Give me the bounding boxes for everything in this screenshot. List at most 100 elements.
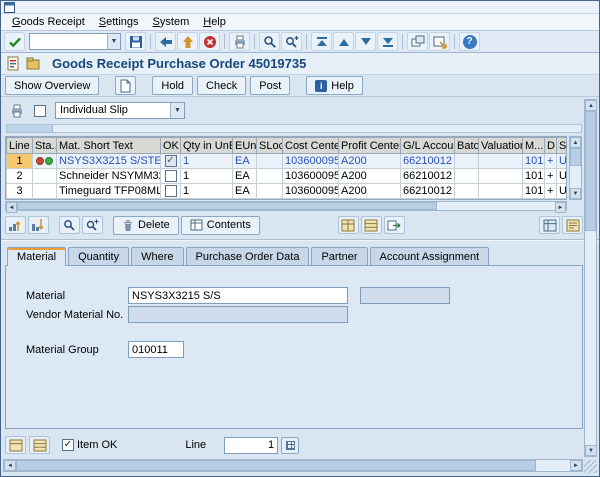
scroll-left-icon[interactable]: ◄ xyxy=(6,202,17,213)
movement-cell[interactable]: 101 xyxy=(522,168,545,184)
command-input[interactable] xyxy=(30,34,107,49)
qty-cell[interactable]: 1 xyxy=(180,183,233,199)
cancel-icon[interactable] xyxy=(199,32,220,51)
find-icon[interactable] xyxy=(59,216,80,234)
status-cell[interactable] xyxy=(32,183,57,199)
status-cell[interactable] xyxy=(32,153,57,169)
help-button[interactable]: i Help xyxy=(306,76,363,95)
display-document-button[interactable] xyxy=(115,76,137,95)
scrollbar-groove[interactable] xyxy=(570,166,581,188)
qty-cell[interactable]: 1 xyxy=(180,168,233,184)
col-line[interactable]: Line xyxy=(6,137,33,154)
debit-cell[interactable]: + xyxy=(544,168,557,184)
first-page-icon[interactable] xyxy=(311,32,332,51)
menu-help[interactable]: Help xyxy=(196,15,233,29)
col-batch[interactable]: Batch xyxy=(454,137,479,154)
material-group-input[interactable] xyxy=(128,341,184,358)
slip-checkbox[interactable] xyxy=(34,104,46,117)
scrollbar-groove[interactable] xyxy=(536,460,570,471)
col-ok[interactable]: OK xyxy=(160,137,181,154)
tab-quantity[interactable]: Quantity xyxy=(68,247,130,265)
col-gl-account[interactable]: G/L Account xyxy=(400,137,455,154)
goods-receipt-icon[interactable] xyxy=(25,56,41,71)
profit-center-cell[interactable]: A200 xyxy=(338,168,401,184)
gl-account-cell[interactable]: 66210012 xyxy=(400,168,455,184)
scroll-down-icon[interactable]: ▼ xyxy=(570,188,581,199)
window-icon[interactable] xyxy=(4,1,15,13)
scrollbar-groove[interactable] xyxy=(437,202,555,210)
back-icon[interactable] xyxy=(155,32,176,51)
valuation-cell[interactable] xyxy=(478,183,523,199)
mat-cell[interactable]: Schneider NSYMM32 xyxy=(56,168,161,184)
batch-cell[interactable] xyxy=(454,183,479,199)
save-icon[interactable] xyxy=(125,32,146,51)
sort-descending-icon[interactable] xyxy=(28,216,49,234)
line-cell[interactable]: 1 xyxy=(6,153,33,169)
layout-grid-icon[interactable] xyxy=(337,216,359,234)
printer-icon[interactable] xyxy=(9,103,25,119)
choose-layout-icon[interactable] xyxy=(360,216,382,234)
tab-material[interactable]: Material xyxy=(7,247,67,266)
find-next-icon[interactable] xyxy=(82,216,103,234)
batch-cell[interactable] xyxy=(454,153,479,169)
batch-cell[interactable] xyxy=(454,168,479,184)
create-shortcut-icon[interactable] xyxy=(429,32,450,51)
sloc-cell[interactable] xyxy=(256,153,283,169)
col-movement[interactable]: M... xyxy=(522,137,545,154)
ok-cell[interactable] xyxy=(160,183,181,199)
scroll-left-icon[interactable]: ◄ xyxy=(4,460,16,471)
ok-checkbox[interactable]: ✓ xyxy=(164,155,177,168)
page-down-icon[interactable] xyxy=(355,32,376,51)
mat-cell[interactable]: NSYS3X3215 S/STEEL xyxy=(56,153,161,169)
tab-partner[interactable]: Partner xyxy=(311,247,368,265)
delete-button[interactable]: Delete xyxy=(113,215,179,235)
material-input[interactable] xyxy=(128,287,348,304)
main-horizontal-scrollbar[interactable]: ◄ ► xyxy=(3,459,583,472)
cost-center-cell[interactable]: 103600095 xyxy=(282,168,339,184)
scroll-right-icon[interactable]: ► xyxy=(570,460,582,471)
sloc-cell[interactable] xyxy=(256,168,283,184)
exit-icon[interactable] xyxy=(177,32,198,51)
profit-center-cell[interactable]: A200 xyxy=(338,153,401,169)
scrollbar-thumb[interactable] xyxy=(585,111,596,231)
stock-cell[interactable]: U xyxy=(556,153,566,169)
grid-horizontal-scrollbar[interactable]: ◄ ► xyxy=(5,201,567,213)
resize-grip[interactable] xyxy=(584,460,597,473)
scrollbar-groove[interactable] xyxy=(585,231,596,445)
main-vertical-scrollbar[interactable]: ▲ ▼ xyxy=(584,99,597,457)
tab-purchase-order-data[interactable]: Purchase Order Data xyxy=(185,247,310,265)
contents-button[interactable]: Contents xyxy=(180,215,260,235)
sloc-cell[interactable] xyxy=(256,183,283,199)
new-session-icon[interactable] xyxy=(407,32,428,51)
check-button[interactable]: Check xyxy=(197,76,247,95)
ok-cell[interactable]: ✓ xyxy=(160,153,181,169)
details-icon[interactable] xyxy=(562,216,583,234)
sort-ascending-icon[interactable] xyxy=(5,216,26,234)
line-input[interactable] xyxy=(224,436,279,454)
last-page-icon[interactable] xyxy=(377,32,398,51)
scroll-down-icon[interactable]: ▼ xyxy=(585,445,597,456)
slip-select[interactable]: Individual Slip ▼ xyxy=(55,102,185,119)
valuation-cell[interactable] xyxy=(478,153,523,169)
find-next-icon[interactable] xyxy=(281,32,302,51)
col-status[interactable]: Sta... xyxy=(32,137,57,154)
status-cell[interactable] xyxy=(32,168,57,184)
cost-center-cell[interactable]: 103600095 xyxy=(282,153,339,169)
col-cost-center[interactable]: Cost Center xyxy=(282,137,339,154)
col-mat-short-text[interactable]: Mat. Short Text xyxy=(56,137,161,154)
movement-cell[interactable]: 101 xyxy=(522,183,545,199)
eun-cell[interactable]: EA xyxy=(232,183,257,199)
eun-cell[interactable]: EA xyxy=(232,168,257,184)
col-profit-center[interactable]: Profit Center xyxy=(338,137,401,154)
gl-account-cell[interactable]: 66210012 xyxy=(400,153,455,169)
item-detail-icon[interactable] xyxy=(29,436,50,454)
upper-horizontal-scrollbar[interactable] xyxy=(6,124,582,133)
post-button[interactable]: Post xyxy=(250,76,291,95)
scroll-up-icon[interactable]: ▲ xyxy=(570,137,581,148)
table-settings-icon[interactable] xyxy=(539,216,560,234)
line-cell[interactable]: 2 xyxy=(6,168,33,184)
cost-center-cell[interactable]: 103600095 xyxy=(282,183,339,199)
col-eun[interactable]: EUn xyxy=(232,137,257,154)
stock-cell[interactable]: U xyxy=(556,168,566,184)
ok-checkbox[interactable] xyxy=(164,170,177,183)
